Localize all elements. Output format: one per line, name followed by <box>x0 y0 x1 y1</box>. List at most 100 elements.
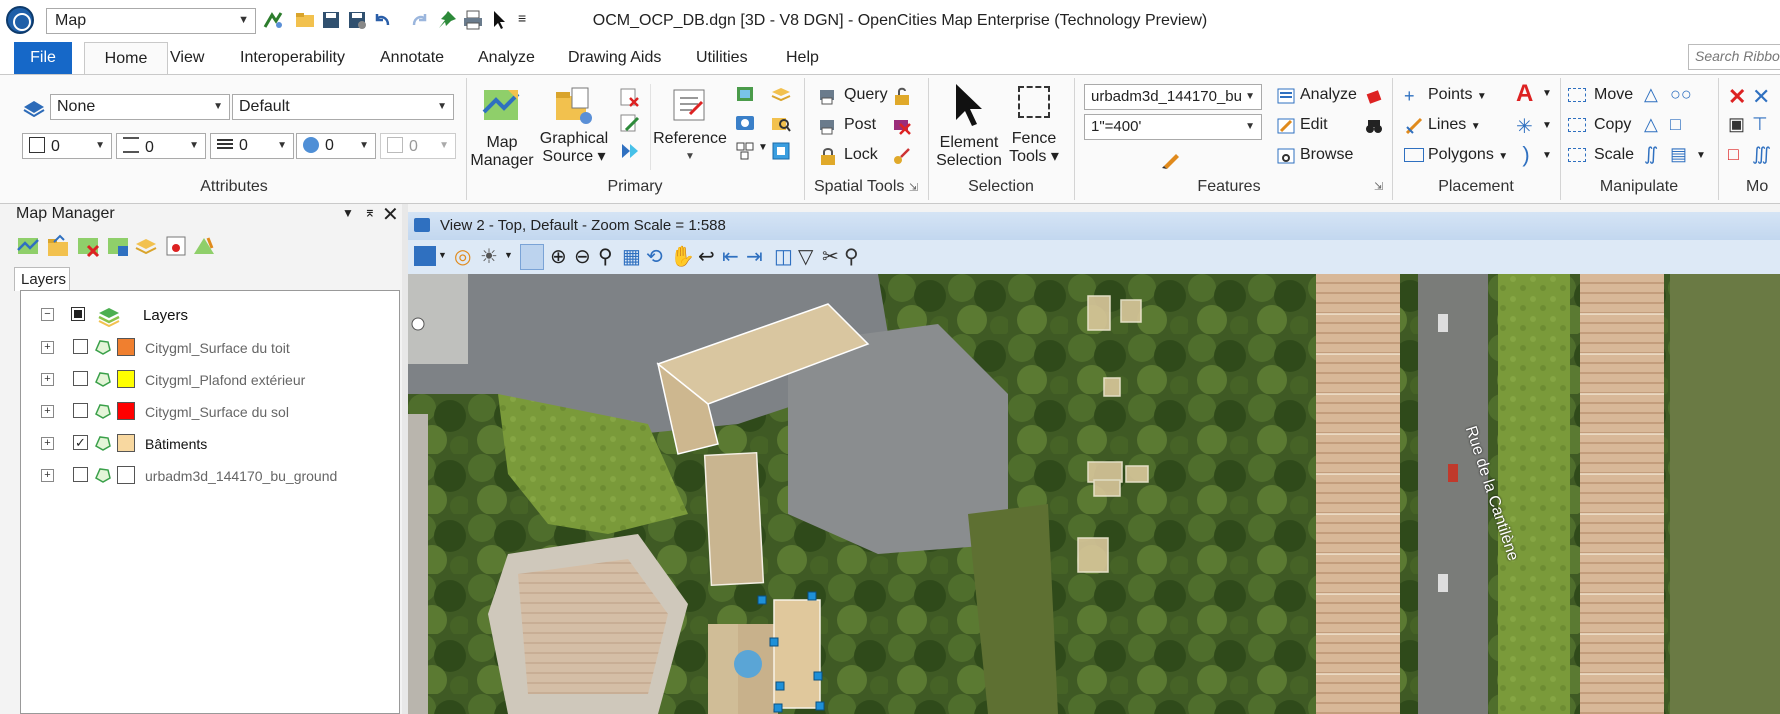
eraser-icon[interactable] <box>1364 86 1384 106</box>
mirror-icon[interactable]: △ <box>1644 114 1658 135</box>
expand-icon[interactable]: + <box>41 405 54 418</box>
delete-part-icon[interactable]: □ <box>1728 144 1739 165</box>
remove-map-icon[interactable] <box>76 234 100 258</box>
open-map-icon[interactable] <box>46 234 70 258</box>
expand-icon[interactable]: + <box>41 373 54 386</box>
analyze-button[interactable]: Analyze <box>1300 86 1357 104</box>
tab-file[interactable]: File <box>14 42 72 74</box>
add-map-icon[interactable] <box>16 234 40 258</box>
edit-properties-icon[interactable] <box>618 112 640 134</box>
graphical-source-icon[interactable] <box>552 84 594 126</box>
analysis-icon[interactable] <box>192 234 216 258</box>
customize-quick-access-icon[interactable]: ≡ <box>518 10 526 26</box>
print-icon[interactable] <box>462 9 484 31</box>
copy-button[interactable]: Copy <box>1594 116 1631 134</box>
level-dropdown[interactable]: None ▼ <box>50 94 230 120</box>
scale-button[interactable]: Scale <box>1594 146 1634 164</box>
weight-dropdown[interactable]: 0 ▼ <box>116 133 206 159</box>
previous-view-icon[interactable]: ⇤ <box>722 244 739 269</box>
copy-view-icon[interactable]: ◫ <box>774 244 793 269</box>
models-icon[interactable] <box>734 140 756 162</box>
query-icon[interactable] <box>818 86 838 106</box>
reference-icon[interactable] <box>668 84 710 126</box>
tab-layers[interactable]: Layers <box>14 267 70 291</box>
expand-icon[interactable]: + <box>41 437 54 450</box>
fence-icon[interactable] <box>1018 86 1050 118</box>
trim-icon[interactable]: ✕ <box>1752 84 1770 110</box>
dialog-launcher-icon[interactable]: ⇲ <box>909 182 918 194</box>
walk-icon[interactable]: ↩ <box>698 244 715 269</box>
rotate-icon[interactable]: △ <box>1644 84 1658 105</box>
collapse-icon[interactable]: − <box>41 308 54 321</box>
color-dropdown[interactable]: 0 ▼ <box>22 133 112 159</box>
stretch-icon[interactable]: ∬ <box>1644 144 1658 165</box>
view-settings-icon[interactable]: ⚲ <box>844 244 859 269</box>
layer-checkbox[interactable] <box>73 467 88 482</box>
align-icon[interactable]: □ <box>1670 114 1681 135</box>
layer-row[interactable]: + Citygml_Surface du sol <box>21 399 391 429</box>
layer-root-row[interactable]: − Layers <box>21 303 391 333</box>
workflow-dropdown[interactable]: Map ▼ <box>46 8 256 34</box>
zoom-out-icon[interactable]: ⊖ <box>574 244 591 269</box>
chevron-down-icon[interactable]: ▼ <box>1696 150 1706 161</box>
array-icon[interactable]: ○○ <box>1670 84 1692 105</box>
chevron-down-icon[interactable]: ▼ <box>758 142 768 153</box>
record-icon[interactable] <box>164 234 188 258</box>
move-button[interactable]: Move <box>1594 86 1633 104</box>
modify-icon[interactable]: ▣ <box>1728 114 1745 135</box>
break-icon[interactable]: ∭ <box>1752 144 1771 165</box>
chevron-down-icon[interactable]: ▼ <box>1542 120 1552 131</box>
tab-analyze[interactable]: Analyze <box>474 42 539 74</box>
chevron-down-icon[interactable]: ▼ <box>1542 150 1552 161</box>
cube-icon[interactable] <box>770 140 792 162</box>
extend-icon[interactable]: ⊤ <box>1752 114 1768 135</box>
search-folder-icon[interactable] <box>770 112 792 134</box>
undo-icon[interactable] <box>372 9 394 31</box>
unlock-icon[interactable] <box>892 86 912 106</box>
layer-checkbox[interactable] <box>73 403 88 418</box>
save-icon[interactable] <box>320 9 342 31</box>
element-selection-button[interactable]: Element Selection <box>932 134 1006 170</box>
panel-menu-icon[interactable]: ▼ <box>342 206 354 220</box>
tab-home[interactable]: Home <box>84 42 168 74</box>
fence-tools-button[interactable]: Fence Tools ▾ <box>1002 130 1066 166</box>
analyze-icon[interactable] <box>1276 86 1296 106</box>
redo-icon[interactable] <box>408 9 430 31</box>
linestyle-dropdown[interactable]: 0 ▼ <box>210 133 294 159</box>
post-button[interactable]: Post <box>844 116 876 134</box>
key-icon[interactable] <box>892 146 912 166</box>
rotate-view-icon[interactable]: ⟲ <box>646 244 663 269</box>
transparency-dropdown[interactable]: 0 ▼ <box>296 133 376 159</box>
view-attributes-icon[interactable] <box>414 246 436 266</box>
selected-building[interactable] <box>773 599 821 709</box>
search-ribbon-input[interactable]: Search Ribbon <box>1688 44 1780 70</box>
save-settings-icon[interactable] <box>346 9 368 31</box>
display-style-icon[interactable]: ◎ <box>454 244 471 269</box>
layer-checkbox-checked[interactable]: ✓ <box>73 435 88 450</box>
raster-manager-icon[interactable] <box>734 84 756 106</box>
pin-icon[interactable] <box>436 9 458 31</box>
layer-checkbox[interactable] <box>73 371 88 386</box>
fit-view-icon[interactable]: ▦ <box>622 244 641 269</box>
app-logo-icon[interactable] <box>6 6 34 34</box>
close-icon[interactable]: ✕ <box>382 202 399 227</box>
dialog-launcher-icon[interactable]: ⇲ <box>1374 180 1383 193</box>
layers-stack-icon[interactable] <box>770 84 792 106</box>
root-checkbox[interactable] <box>71 307 85 321</box>
discard-icon[interactable] <box>892 116 912 136</box>
element-selection-icon[interactable] <box>950 82 986 128</box>
expand-icon[interactable]: + <box>41 469 54 482</box>
pencil-icon[interactable] <box>1160 148 1182 170</box>
save-map-icon[interactable] <box>106 234 130 258</box>
map-canvas[interactable]: Rue de la Cantilène <box>408 274 1780 714</box>
layer-styles-icon[interactable] <box>134 234 158 258</box>
tab-view[interactable]: View <box>166 42 208 74</box>
layer-row[interactable]: + ✓ Bâtiments <box>21 431 391 461</box>
tab-help[interactable]: Help <box>782 42 823 74</box>
point-cloud-icon[interactable] <box>734 112 756 134</box>
open-folder-icon[interactable] <box>294 9 316 31</box>
zoom-in-icon[interactable]: ⊕ <box>550 244 567 269</box>
browse-button[interactable]: Browse <box>1300 146 1353 164</box>
scale-dropdown[interactable]: 1"=400' ▼ <box>1084 114 1262 140</box>
polygons-button[interactable]: Polygons ▼ <box>1428 146 1508 164</box>
